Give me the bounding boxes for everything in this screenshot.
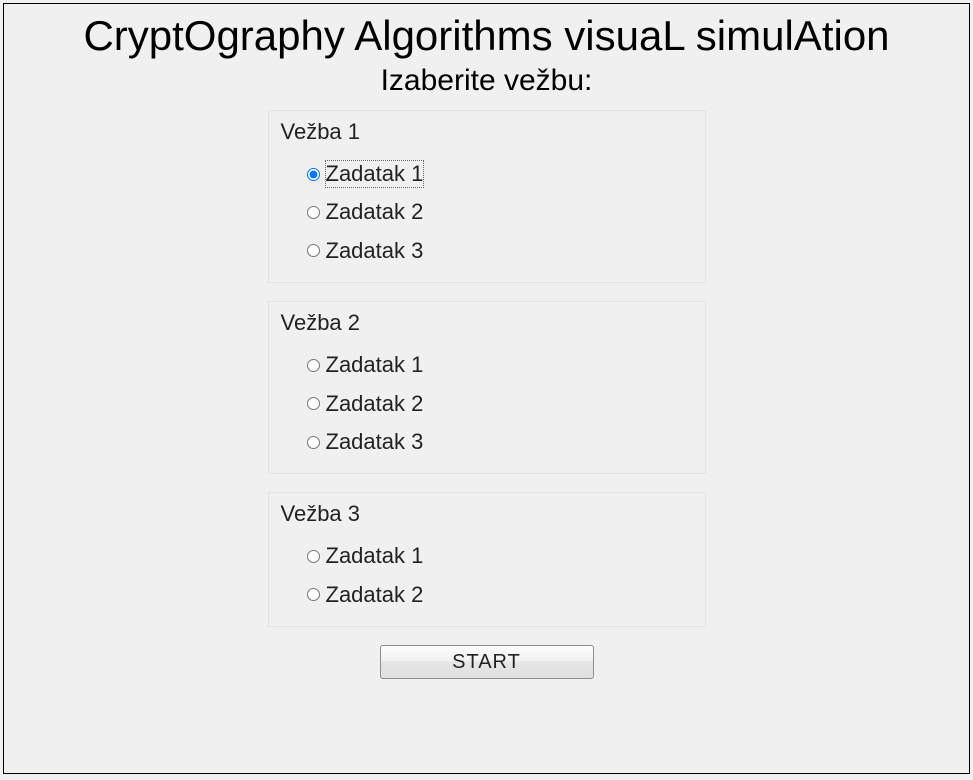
- option-vezba2-zadatak2[interactable]: Zadatak 2: [281, 385, 693, 423]
- option-vezba1-zadatak1[interactable]: Zadatak 1: [281, 155, 693, 193]
- radio-input[interactable]: [307, 588, 320, 601]
- group-title: Vežba 3: [281, 501, 693, 527]
- radio-input[interactable]: [307, 397, 320, 410]
- radio-input[interactable]: [307, 550, 320, 563]
- radio-input[interactable]: [307, 436, 320, 449]
- option-label: Zadatak 2: [326, 582, 424, 608]
- option-vezba1-zadatak2[interactable]: Zadatak 2: [281, 193, 693, 231]
- option-vezba2-zadatak3[interactable]: Zadatak 3: [281, 423, 693, 461]
- main-frame: CryptOgraphy Algorithms visuaL simulAtio…: [3, 3, 970, 774]
- exercise-groups: Vežba 1 Zadatak 1 Zadatak 2 Zadatak 3 Ve…: [268, 110, 706, 627]
- option-label: Zadatak 2: [326, 199, 424, 225]
- button-row: START: [4, 645, 969, 679]
- radio-input[interactable]: [307, 168, 320, 181]
- group-title: Vežba 1: [281, 119, 693, 145]
- option-vezba2-zadatak1[interactable]: Zadatak 1: [281, 346, 693, 384]
- option-label: Zadatak 3: [326, 429, 424, 455]
- option-vezba3-zadatak2[interactable]: Zadatak 2: [281, 576, 693, 614]
- page-subtitle: Izaberite vežbu:: [4, 64, 969, 98]
- option-label: Zadatak 1: [326, 352, 424, 378]
- option-vezba1-zadatak3[interactable]: Zadatak 3: [281, 232, 693, 270]
- radio-input[interactable]: [307, 244, 320, 257]
- option-label: Zadatak 1: [326, 543, 424, 569]
- page-title: CryptOgraphy Algorithms visuaL simulAtio…: [4, 12, 969, 60]
- start-button[interactable]: START: [380, 645, 594, 679]
- group-title: Vežba 2: [281, 310, 693, 336]
- option-label: Zadatak 2: [326, 391, 424, 417]
- option-label: Zadatak 1: [326, 161, 424, 187]
- group-vezba-3: Vežba 3 Zadatak 1 Zadatak 2: [268, 492, 706, 627]
- option-vezba3-zadatak1[interactable]: Zadatak 1: [281, 537, 693, 575]
- group-vezba-2: Vežba 2 Zadatak 1 Zadatak 2 Zadatak 3: [268, 301, 706, 474]
- option-label: Zadatak 3: [326, 238, 424, 264]
- radio-input[interactable]: [307, 359, 320, 372]
- group-vezba-1: Vežba 1 Zadatak 1 Zadatak 2 Zadatak 3: [268, 110, 706, 283]
- radio-input[interactable]: [307, 206, 320, 219]
